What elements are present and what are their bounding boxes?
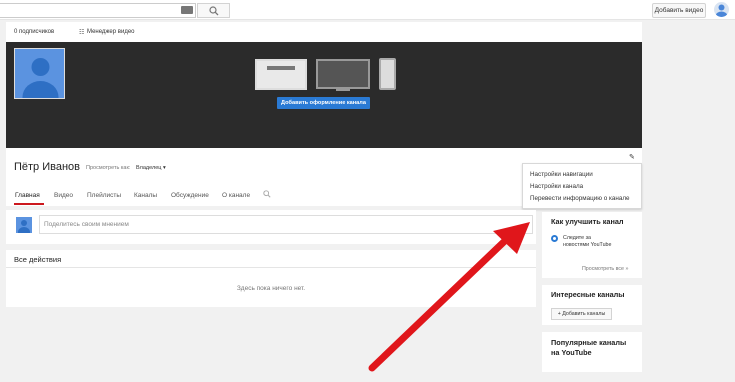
annotation-arrow	[368, 222, 530, 372]
